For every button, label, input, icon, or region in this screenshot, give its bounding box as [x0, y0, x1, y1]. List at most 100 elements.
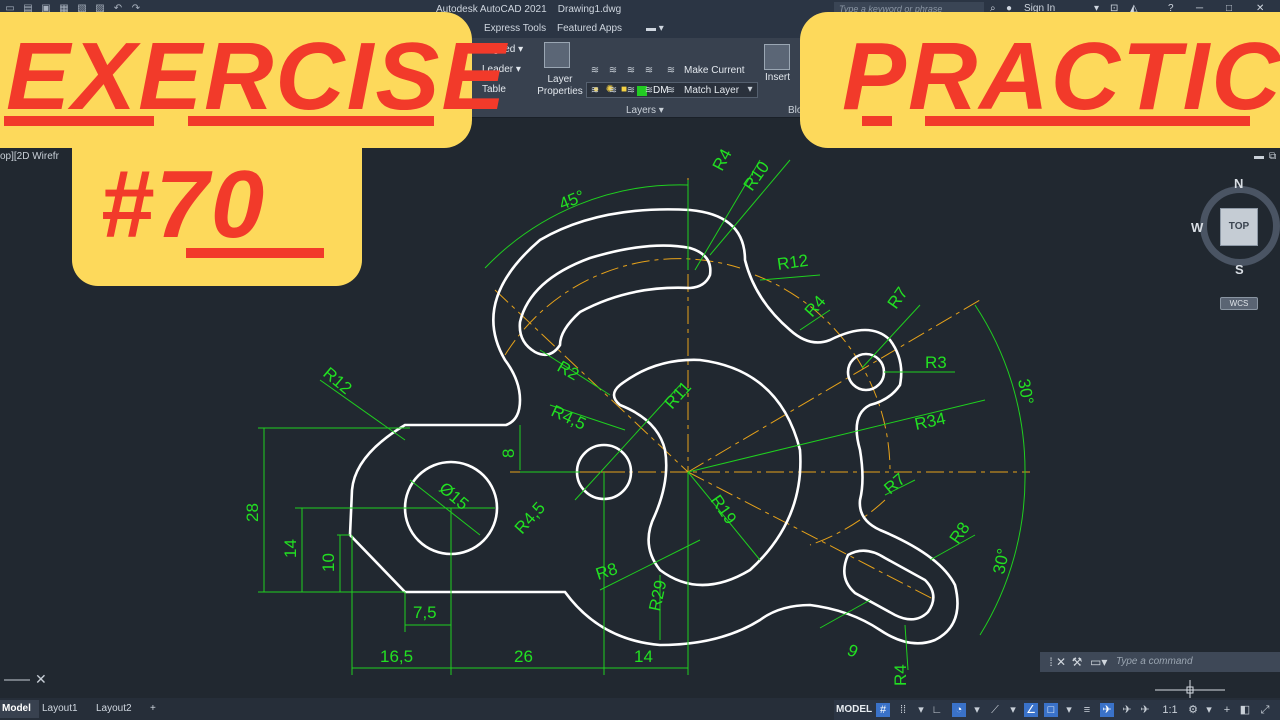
number-underline	[186, 248, 324, 258]
snap-icon[interactable]: ⁞⁞	[896, 703, 910, 717]
workspace-gear-icon[interactable]: ⚙	[1186, 703, 1200, 717]
dim-r12-right: R12	[776, 251, 810, 274]
angled-centerline	[494, 289, 689, 473]
dim-angle-45: 45°	[556, 186, 587, 213]
exercise-underline	[188, 116, 434, 126]
tab-featured-apps[interactable]: Featured Apps	[557, 23, 622, 34]
viewcube[interactable]: TOP N S W	[1191, 176, 1280, 277]
layer-tool-icon[interactable]: ≋	[606, 85, 620, 97]
make-current-button[interactable]: Make Current	[684, 65, 745, 76]
dim-28: 28	[243, 503, 262, 522]
dim-8: 8	[499, 449, 518, 458]
lineweight-icon[interactable]: ≡	[1080, 703, 1094, 717]
dim-r2: R2	[554, 357, 582, 384]
practice-underline	[925, 116, 1250, 126]
tab-layout2[interactable]: Layout2	[88, 700, 140, 718]
dim-r8-right: R8	[946, 519, 974, 548]
autocad-window: ▭ ▤ ▣ ▦ ▧ ▨ ↶ ↷ Autodesk AutoCAD 2021 Dr…	[0, 0, 1280, 720]
dim-16-5: 16,5	[380, 647, 413, 666]
dim-r4-bottom: R4	[891, 664, 910, 686]
command-input[interactable]: Type a command	[1116, 654, 1280, 670]
dim-angle-30-top: 30°	[1014, 377, 1037, 406]
r3-hole	[846, 352, 886, 392]
grid-icon[interactable]: #	[876, 703, 890, 717]
dim-r11: R11	[661, 378, 695, 413]
dim-r12-left: R12	[319, 364, 355, 399]
close-icon[interactable]: ✕	[1054, 655, 1068, 669]
arc-slot	[518, 244, 712, 357]
dropdown-arrow-icon[interactable]: ▾	[1006, 703, 1020, 717]
layer-tool-icon[interactable]: ≋	[606, 65, 620, 77]
dim-7-5: 7,5	[413, 603, 437, 622]
dim-r29: R29	[645, 578, 670, 612]
dim-r7-right: R7	[880, 470, 909, 499]
model-space-button[interactable]: MODEL	[836, 704, 872, 715]
layer-tool-icon[interactable]: ≋	[588, 65, 602, 77]
dim-r34: R34	[913, 409, 947, 434]
practice-underline	[862, 116, 892, 126]
scale-dropdown[interactable]: 1:1	[1158, 703, 1182, 717]
layer-properties-icon[interactable]	[544, 42, 570, 68]
dropdown-arrow-icon[interactable]: ▾	[914, 703, 928, 717]
dim-r4-mid: R4	[801, 292, 830, 321]
dim-9-line	[819, 599, 871, 629]
isolate-objects-icon[interactable]: ◧	[1238, 703, 1252, 717]
dim-r4-top: R4	[709, 146, 736, 174]
r4-bottom-leader	[904, 624, 909, 671]
tab-layout1[interactable]: Layout1	[34, 700, 86, 718]
match-layer-button[interactable]: Match Layer	[684, 85, 739, 96]
compass-south[interactable]: S	[1235, 262, 1244, 277]
polar-tracking-icon[interactable]: ◔	[952, 703, 966, 717]
command-line: ⁞ ✕ ⚒ ▭▾ Type a command	[1040, 652, 1280, 672]
ribbon-options-icon[interactable]: ▬ ▾	[646, 23, 664, 34]
insert-icon[interactable]	[764, 44, 790, 70]
ortho-icon[interactable]: ∟	[930, 703, 944, 717]
slot-arc-centerline	[504, 258, 741, 356]
lower-slot	[843, 549, 935, 621]
dim-r45-lower: R4,5	[511, 498, 549, 537]
annotation-scale-icon[interactable]: ✈	[1138, 703, 1152, 717]
dropdown-arrow-icon[interactable]: ▾	[1062, 703, 1076, 717]
plus-icon[interactable]: +	[1220, 703, 1234, 717]
layer-properties-button[interactable]: Layer Properties	[537, 74, 583, 98]
crosshair-cursor	[1155, 680, 1225, 698]
exercise-number: #70	[100, 151, 267, 258]
layer-tool-icon[interactable]: ≋	[588, 85, 602, 97]
layer-tool-icon[interactable]: ≋	[642, 85, 656, 97]
dropdown-arrow-icon[interactable]: ▾	[1202, 703, 1216, 717]
layer-tool-icon[interactable]: ≋	[624, 65, 638, 77]
object-snap-icon[interactable]: □	[1044, 703, 1058, 717]
insert-button[interactable]: Insert	[765, 72, 790, 83]
dim-r19: R19	[707, 491, 740, 527]
match-layer-icon[interactable]: ≋	[664, 85, 678, 97]
angled-centerline	[687, 299, 981, 473]
dim-r8-low: R8	[593, 559, 620, 584]
r7-leader	[861, 304, 921, 369]
compass-west[interactable]: W	[1191, 220, 1203, 235]
isodraft-icon[interactable]: ⟋	[988, 703, 1002, 717]
chevron-down-icon: ▾	[747, 84, 753, 95]
object-snap-tracking-icon[interactable]: ∠	[1024, 703, 1038, 717]
add-layout-icon[interactable]: +	[142, 700, 164, 718]
dim-26: 26	[514, 647, 533, 666]
layers-panel-title[interactable]: Layers ▾	[626, 105, 664, 116]
ucs-x-icon: ✕	[35, 671, 47, 687]
auto-scale-icon[interactable]: ✈	[1120, 703, 1134, 717]
layer-tool-icon[interactable]: ≋	[642, 65, 656, 77]
viewcube-top-face[interactable]: TOP	[1220, 208, 1258, 246]
outer-arc-centerline	[809, 499, 886, 546]
layer-tool-icon[interactable]: ≋	[624, 85, 638, 97]
dim-14-horizontal: 14	[634, 647, 653, 666]
dim-r45-upper: R4,5	[548, 401, 589, 433]
fullscreen-icon[interactable]: ⤢	[1258, 703, 1272, 717]
recent-commands-icon[interactable]: ▭▾	[1090, 655, 1107, 669]
compass-north[interactable]: N	[1234, 176, 1243, 191]
dim-r7-top: R7	[884, 284, 912, 313]
dim-10: 10	[319, 553, 338, 572]
customize-icon[interactable]: ⚒	[1070, 655, 1084, 669]
dropdown-arrow-icon[interactable]: ▾	[970, 703, 984, 717]
r12-right-leader	[759, 274, 821, 281]
make-current-icon[interactable]: ≋	[664, 65, 678, 77]
annotation-visibility-icon[interactable]: ✈	[1100, 703, 1114, 717]
wcs-menu[interactable]: WCS	[1220, 297, 1258, 310]
